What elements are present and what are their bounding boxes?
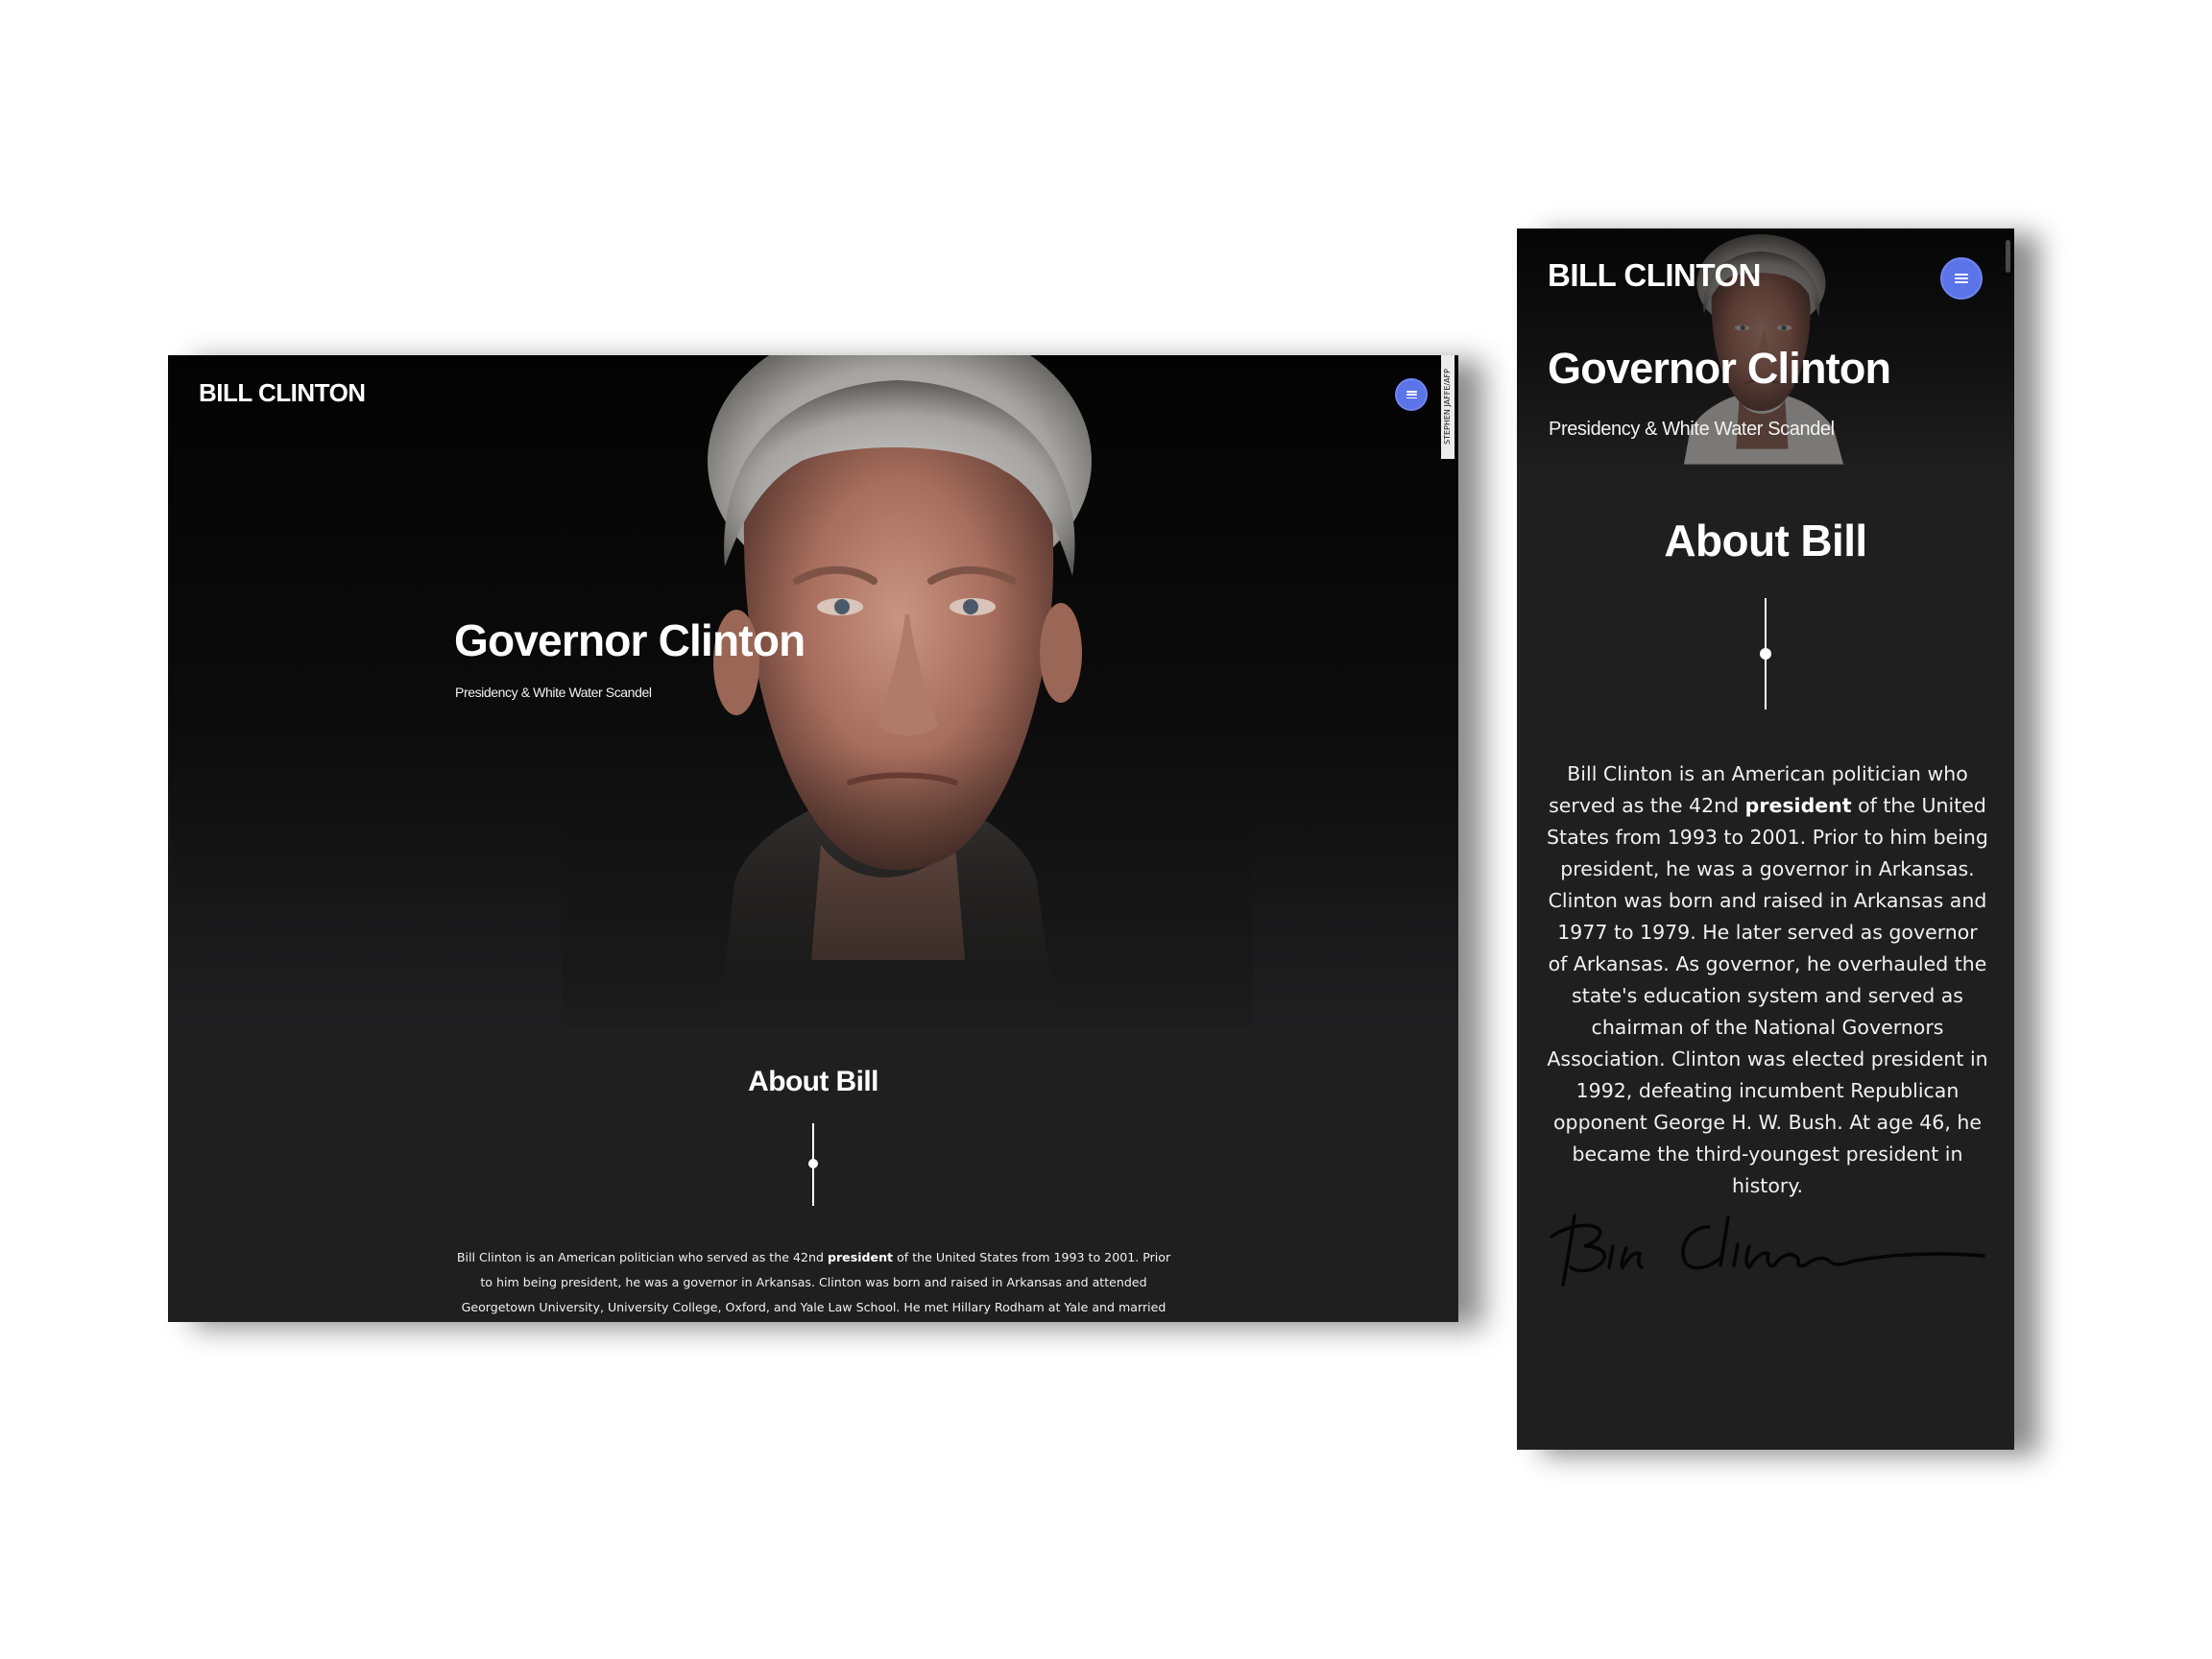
hamburger-icon <box>1406 391 1417 398</box>
photo-credit: STEPHEN JAFFE/AFP <box>1441 355 1455 459</box>
mobile-mockup: BILL CLINTON Governor Clinton Presidency… <box>1517 228 2014 1450</box>
hero-title: Governor Clinton <box>454 615 805 665</box>
about-title: About Bill <box>1664 516 1867 565</box>
hero-section: STEPHEN JAFFE/AFP <box>168 355 1458 1027</box>
hero-subtitle: Presidency & White Water Scandel <box>1549 419 1835 440</box>
about-title: About Bill <box>748 1066 878 1097</box>
hero-title: Governor Clinton <box>1548 344 1891 393</box>
hero-subtitle: Presidency & White Water Scandel <box>455 685 652 700</box>
bio-highlight: president <box>1744 794 1852 817</box>
signature-image <box>1550 1214 1985 1286</box>
site-logo[interactable]: BILL CLINTON <box>1548 257 1761 294</box>
hamburger-icon <box>1955 274 1968 283</box>
desktop-mockup: STEPHEN JAFFE/AFP BILL CLINTON Governor … <box>168 355 1458 1322</box>
scrollbar-thumb[interactable] <box>2006 240 2010 273</box>
section-divider <box>807 1123 819 1206</box>
bio-highlight: president <box>827 1250 894 1264</box>
menu-button[interactable] <box>1395 378 1428 411</box>
section-divider <box>1760 598 1771 709</box>
bio-text: Bill Clinton is an American politician w… <box>456 1250 1171 1314</box>
portrait-image <box>562 355 1253 1027</box>
bio-text: Bill Clinton is an American politician w… <box>1547 762 1988 1197</box>
menu-button[interactable] <box>1940 257 1983 300</box>
site-logo[interactable]: BILL CLINTON <box>199 378 366 408</box>
